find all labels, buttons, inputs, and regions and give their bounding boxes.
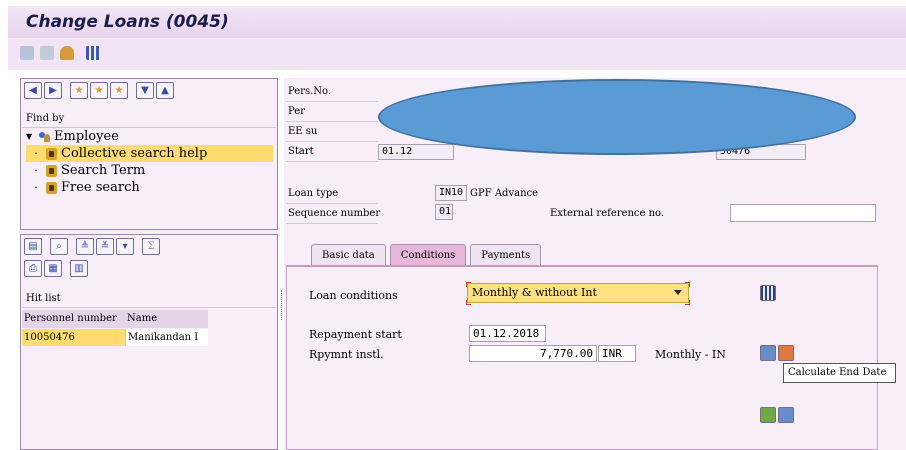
application-toolbar bbox=[8, 38, 906, 70]
arrow-left-icon[interactable]: ◀ bbox=[24, 82, 42, 99]
start-label: Start bbox=[286, 144, 378, 162]
tree-node-collective-search-help[interactable]: · Collective search help bbox=[26, 145, 273, 162]
pers-no-label: Pers.No. bbox=[286, 84, 378, 102]
tab-basic-data[interactable]: Basic data bbox=[311, 244, 386, 265]
export-icon[interactable]: ▦ bbox=[44, 260, 62, 277]
tab-conditions[interactable]: Conditions bbox=[389, 244, 467, 265]
tab-strip: Basic data Conditions Payments bbox=[311, 244, 545, 265]
currency-field[interactable]: INR bbox=[598, 345, 636, 362]
loan-type-label: Loan type bbox=[286, 186, 378, 204]
search-tree: ▼ Employee · Collective search help · Se… bbox=[26, 128, 273, 196]
chevron-down-icon[interactable] bbox=[674, 290, 682, 295]
settings-icon[interactable] bbox=[760, 345, 776, 361]
tree-node-label: Collective search help bbox=[61, 146, 208, 161]
person-icon[interactable] bbox=[60, 46, 74, 60]
title-bar: Change Loans (0045) bbox=[8, 6, 906, 38]
repayment-start-label: Repayment start bbox=[309, 328, 402, 341]
external-reference-label: External reference no. bbox=[550, 208, 665, 219]
rpymnt-instl-value: 7,770.00 bbox=[540, 347, 593, 360]
favorite-remove-icon[interactable]: ★ bbox=[110, 82, 128, 99]
layout-icon[interactable]: ▥ bbox=[70, 260, 88, 277]
favorite-add-icon[interactable]: ★ bbox=[70, 82, 88, 99]
grid-icon[interactable] bbox=[86, 46, 100, 60]
print-icon[interactable]: ⎙ bbox=[24, 260, 42, 277]
expand-icon[interactable]: ▼ bbox=[136, 82, 154, 99]
tree-node-search-term[interactable]: · Search Term bbox=[26, 162, 273, 179]
simulate-icon[interactable] bbox=[760, 407, 776, 423]
external-reference-field[interactable] bbox=[730, 204, 876, 222]
repayment-start-field[interactable]: 01.12.2018 bbox=[469, 325, 546, 342]
hit-list-toolbar: ▤ ⌕ ≜ ≚ ▾ Σ bbox=[24, 238, 160, 255]
caret-down-icon[interactable]: ▼ bbox=[26, 128, 38, 145]
loan-type-text: GPF Advance bbox=[470, 188, 539, 199]
binoculars-icon bbox=[46, 181, 57, 194]
tree-node-employee[interactable]: ▼ Employee bbox=[26, 128, 273, 145]
ee-subgroup-label: EE su bbox=[286, 124, 378, 142]
window-title: Change Loans (0045) bbox=[26, 12, 229, 32]
employee-icon bbox=[38, 131, 52, 143]
calculate-end-date-icon[interactable] bbox=[778, 345, 794, 361]
forward-icon[interactable] bbox=[40, 46, 54, 60]
sequence-number-label: Sequence number bbox=[286, 206, 380, 224]
redaction-overlay bbox=[378, 79, 856, 155]
tree-node-label: Free search bbox=[61, 180, 140, 195]
sequence-number-field[interactable]: 01 bbox=[435, 204, 453, 220]
hit-list-label: Hit list bbox=[22, 289, 276, 308]
loan-conditions-value: Monthly & without Int bbox=[472, 286, 597, 299]
tree-node-label: Employee bbox=[54, 129, 119, 144]
rpymnt-instl-label: Rpymnt instl. bbox=[309, 348, 384, 361]
tree-node-label: Search Term bbox=[61, 163, 146, 178]
cell-name[interactable]: Manikandan I bbox=[125, 329, 208, 346]
find-icon[interactable]: ⌕ bbox=[50, 238, 68, 255]
collapse-icon[interactable]: ▲ bbox=[156, 82, 174, 99]
column-personnel-number[interactable]: Personnel number bbox=[22, 310, 125, 328]
sort-descending-icon[interactable]: ≚ bbox=[96, 238, 114, 255]
sum-icon[interactable]: Σ bbox=[142, 238, 160, 255]
binoculars-icon bbox=[46, 147, 57, 160]
loan-conditions-select[interactable]: Monthly & without Int bbox=[467, 283, 689, 303]
frequency-text: Monthly - IN bbox=[655, 348, 726, 361]
arrow-right-icon[interactable]: ▶ bbox=[44, 82, 62, 99]
sort-ascending-icon[interactable]: ≜ bbox=[76, 238, 94, 255]
loan-type-code-field[interactable]: IN10 bbox=[435, 185, 467, 201]
cell-personnel-number[interactable]: 10050476 bbox=[22, 329, 125, 346]
back-icon[interactable] bbox=[20, 46, 34, 60]
loan-conditions-label: Loan conditions bbox=[309, 289, 398, 302]
details-icon[interactable]: ▤ bbox=[24, 238, 42, 255]
filter-icon[interactable]: ▾ bbox=[116, 238, 134, 255]
find-by-label: Find by bbox=[22, 110, 276, 128]
tree-node-free-search[interactable]: · Free search bbox=[26, 179, 273, 196]
hit-list-header: Personnel number Name bbox=[22, 310, 208, 328]
tooltip: Calculate End Date bbox=[783, 363, 896, 383]
navigator-toolbar: ◀ ▶ ★ ★ ★ ▼ ▲ bbox=[24, 82, 174, 99]
hit-list-toolbar-2: ⎙ ▦ ▥ bbox=[24, 260, 88, 277]
start-date-field[interactable]: 01.12 bbox=[378, 144, 454, 160]
tab-payments[interactable]: Payments bbox=[470, 244, 542, 265]
calculator-icon[interactable] bbox=[760, 285, 776, 301]
column-name[interactable]: Name bbox=[125, 310, 159, 328]
binoculars-icon bbox=[46, 164, 57, 177]
repayment-plan-icon[interactable] bbox=[778, 407, 794, 423]
splitter-handle[interactable] bbox=[281, 290, 283, 320]
table-row[interactable]: 10050476 Manikandan I bbox=[22, 329, 208, 346]
favorite-icon[interactable]: ★ bbox=[90, 82, 108, 99]
rpymnt-instl-field[interactable]: 7,770.00 bbox=[469, 345, 597, 362]
object-navigator: ◀ ▶ ★ ★ ★ ▼ ▲ Find by ▼ Employee · Colle… bbox=[20, 78, 278, 450]
pers-name-label: Per bbox=[286, 104, 378, 122]
